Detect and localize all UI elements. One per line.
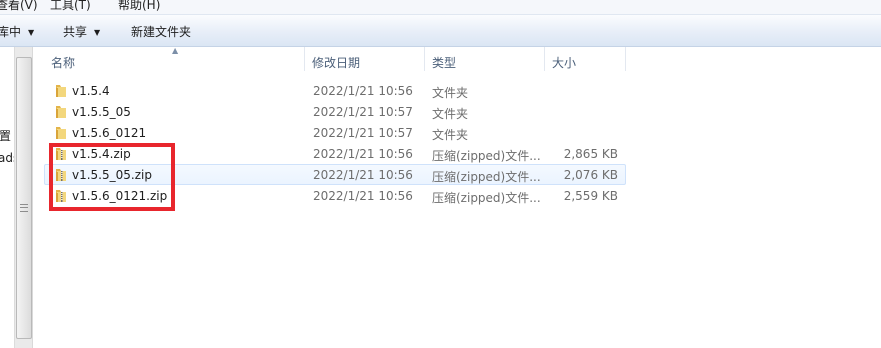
sort-ascending-icon: ▲ — [172, 46, 179, 55]
column-header-modified[interactable]: 修改日期 — [305, 47, 425, 71]
share-button[interactable]: 共享 ▼ — [63, 23, 100, 40]
file-modified: 2022/1/21 10:56 — [313, 168, 413, 182]
folder-icon — [56, 85, 66, 97]
file-name: v1.5.5_05 — [72, 105, 131, 119]
share-label: 共享 — [63, 25, 88, 39]
file-size: 2,865 KB — [563, 147, 618, 161]
file-row[interactable]: v1.5.4 2022/1/21 10:56 文件夹 — [44, 80, 626, 101]
new-folder-button[interactable]: 新建文件夹 — [131, 23, 191, 40]
file-modified: 2022/1/21 10:57 — [313, 105, 413, 119]
column-header-modified-label: 修改日期 — [312, 56, 361, 70]
file-row[interactable]: v1.5.5_05 2022/1/21 10:57 文件夹 — [44, 101, 626, 122]
new-folder-label: 新建文件夹 — [131, 25, 192, 39]
column-header-type-label: 类型 — [432, 56, 457, 70]
folder-icon — [56, 106, 66, 118]
grip-icon — [20, 204, 28, 212]
command-bar: 库中 ▼ 共享 ▼ 新建文件夹 — [0, 14, 881, 47]
nav-scrollbar-thumb[interactable] — [16, 57, 32, 339]
file-type: 文件夹 — [432, 128, 469, 142]
file-size: 2,559 KB — [563, 189, 618, 203]
file-type: 文件夹 — [432, 107, 469, 121]
file-modified: 2022/1/21 10:56 — [313, 147, 413, 161]
include-in-library-label: 库中 — [0, 25, 22, 39]
file-modified: 2022/1/21 10:56 — [313, 189, 413, 203]
menu-tools[interactable]: 工具(T) — [50, 0, 91, 13]
chevron-down-icon: ▼ — [94, 28, 101, 37]
nav-scrollbar[interactable] — [14, 47, 32, 348]
chevron-down-icon: ▼ — [28, 28, 35, 37]
file-modified: 2022/1/21 10:57 — [313, 126, 413, 140]
column-header-size[interactable]: 大小 — [545, 47, 626, 71]
file-type: 文件夹 — [432, 86, 469, 100]
column-header-size-label: 大小 — [552, 56, 577, 70]
column-header-name-label: 名称 — [51, 56, 76, 70]
menu-view[interactable]: 查看(V) — [0, 0, 38, 13]
navigation-pane: 置 ads — [0, 47, 33, 348]
nav-item[interactable]: 置 — [0, 127, 11, 144]
include-in-library-button[interactable]: 库中 ▼ — [0, 23, 34, 40]
column-header-type[interactable]: 类型 — [425, 47, 545, 71]
menu-help[interactable]: 帮助(H) — [118, 0, 160, 13]
file-name: v1.5.6_0121 — [72, 126, 147, 140]
file-row[interactable]: v1.5.6_0121 2022/1/21 10:57 文件夹 — [44, 122, 626, 143]
menu-bar: 查看(V) 工具(T) 帮助(H) — [0, 0, 881, 14]
file-name: v1.5.4 — [72, 84, 110, 98]
highlight-annotation-box — [49, 143, 175, 211]
file-modified: 2022/1/21 10:56 — [313, 84, 413, 98]
folder-icon — [56, 127, 66, 139]
file-size: 2,076 KB — [563, 168, 618, 182]
